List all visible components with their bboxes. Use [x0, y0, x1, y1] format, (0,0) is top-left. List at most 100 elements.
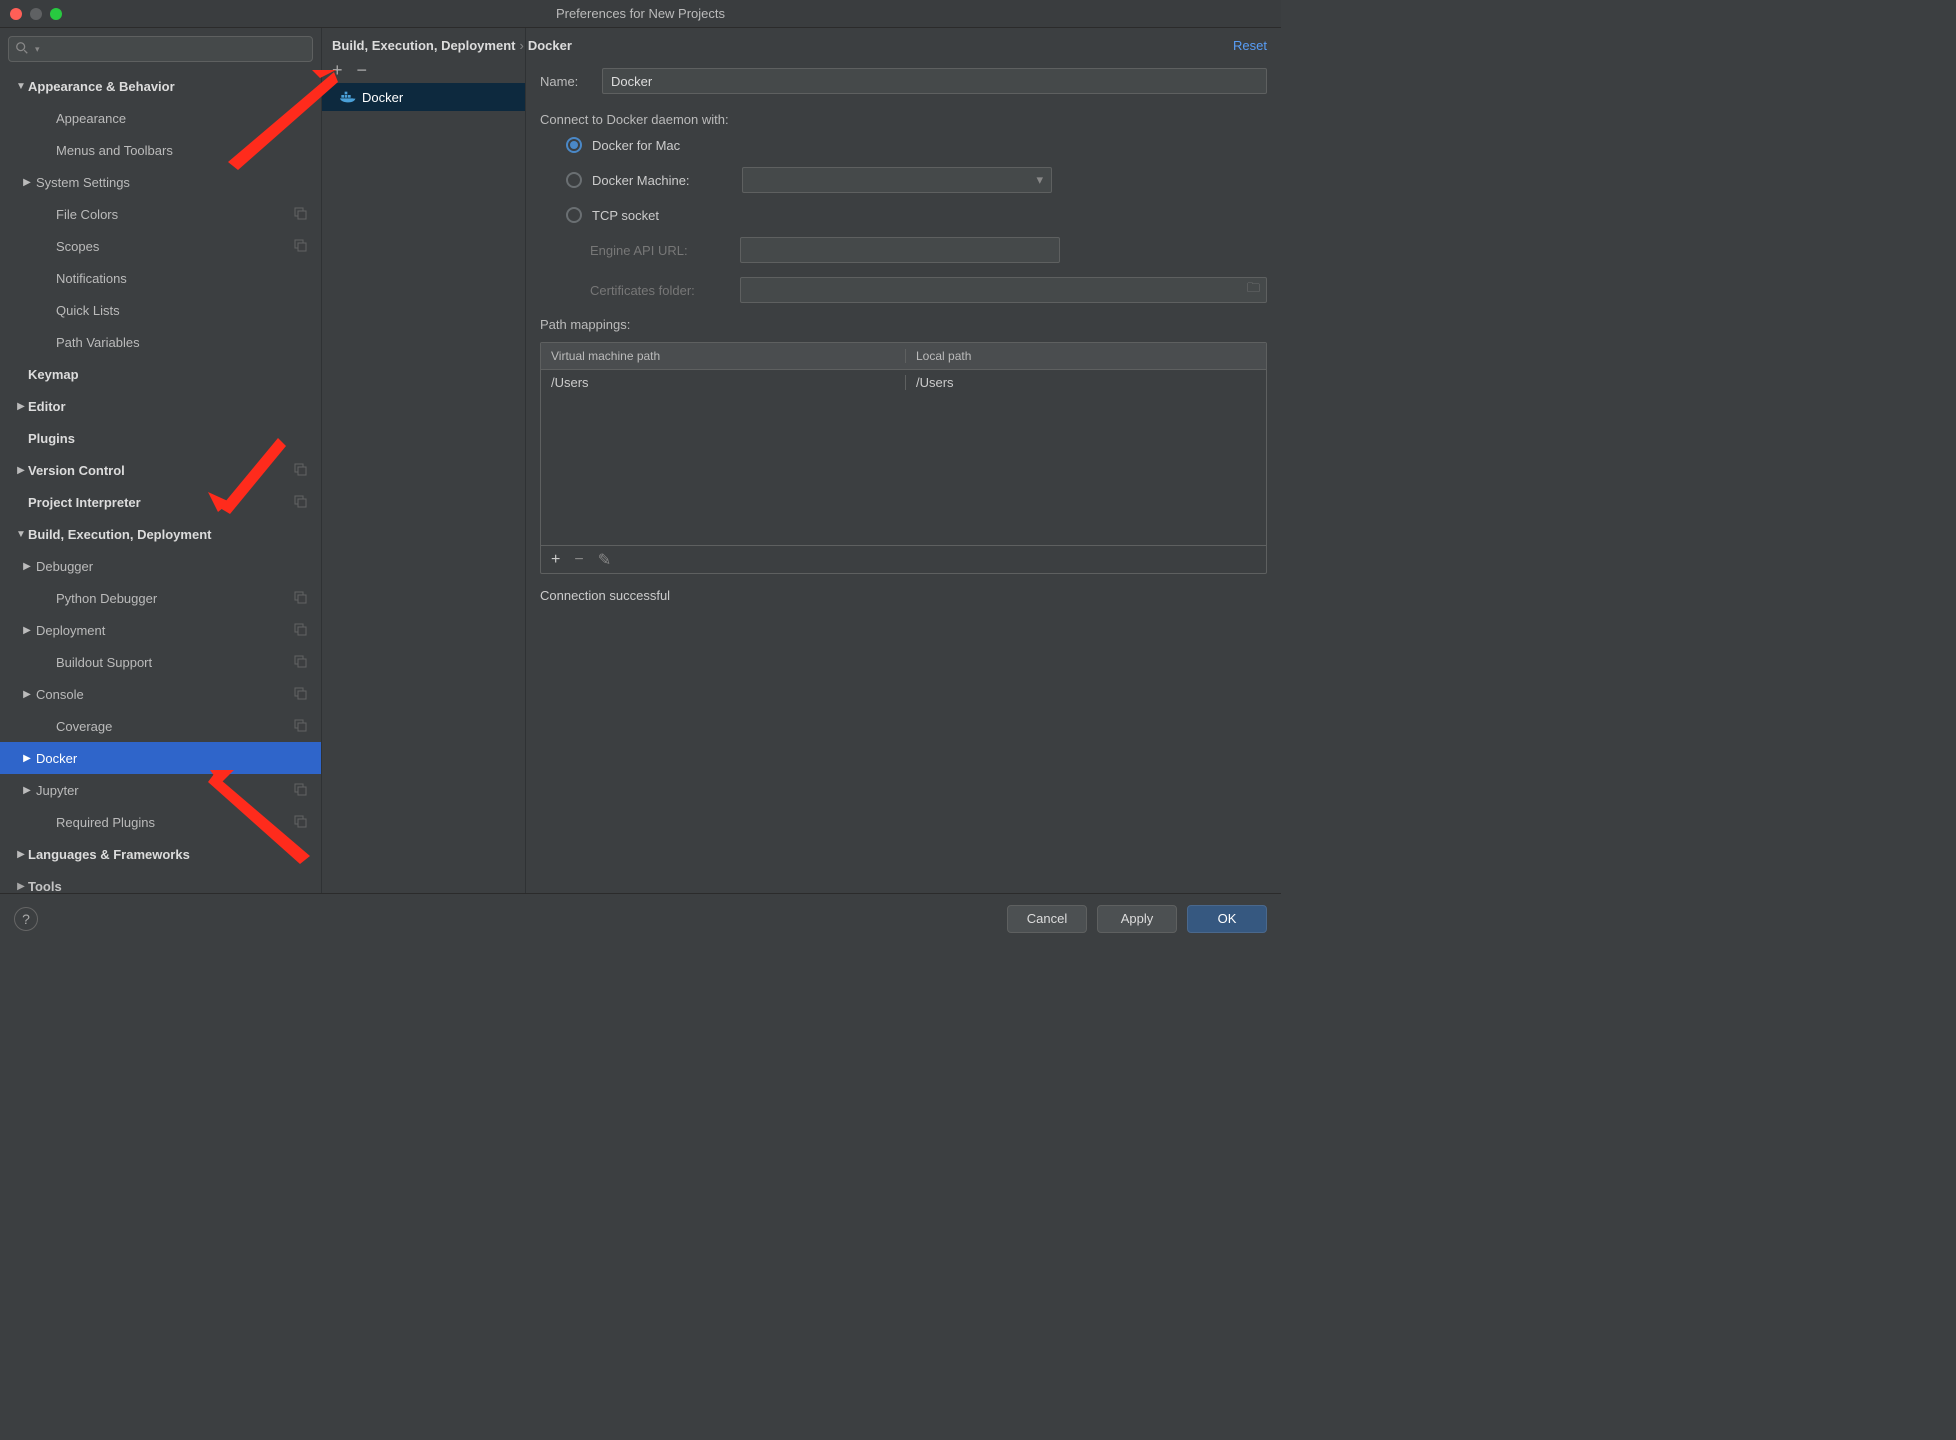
preferences-tree-sidebar: ▾ ▼Appearance & Behavior Appearance Menus … — [0, 28, 322, 893]
chevron-down-icon: ▼ — [14, 81, 28, 92]
per-project-icon — [293, 814, 309, 830]
tree-item-plugins[interactable]: Plugins — [0, 422, 321, 454]
reset-link[interactable]: Reset — [1233, 38, 1267, 53]
certs-folder-label: Certificates folder: — [590, 283, 740, 298]
search-input[interactable]: ▾ — [8, 36, 313, 62]
tree-item-label: Appearance & Behavior — [28, 79, 321, 94]
tree-item-label: Required Plugins — [56, 815, 293, 830]
docker-settings-panel: Reset Name: Connect to Docker daemon wit… — [526, 28, 1281, 893]
apply-button[interactable]: Apply — [1097, 905, 1177, 933]
tree-item-docker[interactable]: ▶Docker — [0, 742, 321, 774]
breadcrumb: Build, Execution, Deployment›Docker — [322, 28, 525, 59]
cancel-button[interactable]: Cancel — [1007, 905, 1087, 933]
add-server-button[interactable]: + — [332, 63, 343, 77]
radio-tcp-socket[interactable]: TCP socket — [566, 207, 1267, 223]
engine-url-input[interactable] — [740, 237, 1060, 263]
tree-item-version-control[interactable]: ▶Version Control — [0, 454, 321, 486]
per-project-icon — [293, 462, 309, 478]
tree-item-label: Plugins — [28, 431, 321, 446]
help-button[interactable]: ? — [14, 907, 38, 931]
table-header-local-path[interactable]: Local path — [906, 349, 1266, 363]
certs-folder-input[interactable]: 🗀 — [740, 277, 1267, 303]
name-input[interactable] — [602, 68, 1267, 94]
chevron-down-icon: ▾ — [1036, 172, 1043, 188]
tree-item-label: File Colors — [56, 207, 293, 222]
titlebar: Preferences for New Projects — [0, 0, 1281, 28]
tree-item-tools[interactable]: ▶Tools — [0, 870, 321, 893]
tree-item-required-plugins[interactable]: Required Plugins — [0, 806, 321, 838]
tree-item-buildout-support[interactable]: Buildout Support — [0, 646, 321, 678]
path-remove-button[interactable]: − — [574, 551, 583, 569]
local-path-cell: /Users — [906, 375, 1266, 390]
tree-item-file-colors[interactable]: File Colors — [0, 198, 321, 230]
chevron-right-icon: ▶ — [20, 753, 34, 764]
radio-icon — [566, 137, 582, 153]
remove-server-button[interactable]: − — [357, 63, 368, 77]
tree-item-label: Editor — [28, 399, 321, 414]
tree-item-debugger[interactable]: ▶Debugger — [0, 550, 321, 582]
engine-url-label: Engine API URL: — [590, 243, 740, 258]
tree-item-project-interpreter[interactable]: Project Interpreter — [0, 486, 321, 518]
per-project-icon — [293, 206, 309, 222]
path-mappings-label: Path mappings: — [540, 317, 1267, 332]
chevron-right-icon: ▶ — [20, 177, 34, 188]
path-add-button[interactable]: + — [551, 551, 560, 569]
tree-item-deployment[interactable]: ▶Deployment — [0, 614, 321, 646]
tree-item-python-debugger[interactable]: Python Debugger — [0, 582, 321, 614]
tree-item-menus-and-toolbars[interactable]: Menus and Toolbars — [0, 134, 321, 166]
tree-item-languages-frameworks[interactable]: ▶Languages & Frameworks — [0, 838, 321, 870]
tree-item-label: Languages & Frameworks — [28, 847, 321, 862]
chevron-right-icon: ▶ — [14, 465, 28, 476]
chevron-right-icon: ▶ — [14, 849, 28, 860]
ok-button[interactable]: OK — [1187, 905, 1267, 933]
radio-docker-machine[interactable]: Docker Machine: ▾ — [566, 167, 1267, 193]
tree-item-console[interactable]: ▶Console — [0, 678, 321, 710]
docker-icon — [340, 91, 356, 103]
tree-item-scopes[interactable]: Scopes — [0, 230, 321, 262]
tree-item-label: Menus and Toolbars — [56, 143, 321, 158]
tree-item-editor[interactable]: ▶Editor — [0, 390, 321, 422]
tree-item-jupyter[interactable]: ▶Jupyter — [0, 774, 321, 806]
tree-item-label: Jupyter — [36, 783, 293, 798]
tree-item-label: Project Interpreter — [28, 495, 293, 510]
chevron-right-icon: ▶ — [14, 881, 28, 892]
name-label: Name: — [540, 74, 602, 89]
tree-item-label: Tools — [28, 879, 321, 894]
table-header-vm-path[interactable]: Virtual machine path — [541, 349, 906, 363]
tree-item-label: Path Variables — [56, 335, 321, 350]
radio-icon — [566, 207, 582, 223]
docker-server-list-item[interactable]: Docker — [322, 83, 525, 111]
chevron-right-icon: ▶ — [14, 401, 28, 412]
tree-item-build-execution-deployment[interactable]: ▼Build, Execution, Deployment — [0, 518, 321, 550]
tree-item-label: Coverage — [56, 719, 293, 734]
tree-item-label: Buildout Support — [56, 655, 293, 670]
per-project-icon — [293, 686, 309, 702]
tree-item-appearance-behavior[interactable]: ▼Appearance & Behavior — [0, 70, 321, 102]
radio-icon — [566, 172, 582, 188]
search-history-chevron-icon[interactable]: ▾ — [35, 44, 40, 55]
radio-label: Docker Machine: — [592, 173, 722, 188]
path-mappings-table: Virtual machine path Local path /Users /… — [540, 342, 1267, 574]
docker-machine-combo[interactable]: ▾ — [742, 167, 1052, 193]
tree-item-system-settings[interactable]: ▶System Settings — [0, 166, 321, 198]
per-project-icon — [293, 654, 309, 670]
vm-path-cell: /Users — [541, 375, 906, 390]
tree-item-label: Appearance — [56, 111, 321, 126]
preferences-tree: ▼Appearance & Behavior Appearance Menus an… — [0, 70, 321, 893]
connection-status: Connection successful — [540, 588, 1267, 603]
radio-docker-for-mac[interactable]: Docker for Mac — [566, 137, 1267, 153]
folder-icon[interactable]: 🗀 — [1247, 279, 1260, 301]
tree-item-appearance[interactable]: Appearance — [0, 102, 321, 134]
tree-item-coverage[interactable]: Coverage — [0, 710, 321, 742]
per-project-icon — [293, 494, 309, 510]
table-row[interactable]: /Users /Users — [541, 369, 1266, 395]
path-edit-button[interactable]: ✎ — [598, 550, 611, 570]
tree-item-quick-lists[interactable]: Quick Lists — [0, 294, 321, 326]
per-project-icon — [293, 238, 309, 254]
tree-item-keymap[interactable]: Keymap — [0, 358, 321, 390]
tree-item-path-variables[interactable]: Path Variables — [0, 326, 321, 358]
connect-section-label: Connect to Docker daemon with: — [540, 112, 1267, 127]
tree-item-notifications[interactable]: Notifications — [0, 262, 321, 294]
docker-servers-column: Build, Execution, Deployment›Docker + − … — [322, 28, 526, 893]
tree-item-label: System Settings — [36, 175, 321, 190]
